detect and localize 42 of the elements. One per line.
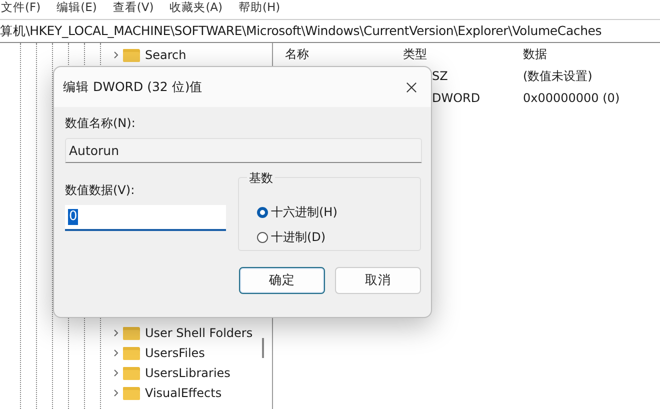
- tree-item-label[interactable]: UsersFiles: [145, 346, 205, 360]
- field-label: 数值名称(N):: [65, 115, 136, 132]
- menu-item[interactable]: 查看(V): [112, 0, 154, 15]
- close-icon[interactable]: [406, 82, 417, 92]
- group-label: 基数: [247, 170, 275, 187]
- folder-icon: [123, 386, 140, 400]
- folder-icon: [123, 326, 140, 340]
- table-cell-text: SZ: [431, 69, 449, 83]
- table-cell: 0x00000000 (0): [523, 91, 620, 105]
- chevron-icon[interactable]: [112, 389, 120, 397]
- tree-item-label[interactable]: Search: [145, 48, 186, 62]
- tree-item-label[interactable]: VisualEffects: [145, 386, 222, 400]
- input-field[interactable]: Autorun: [65, 138, 422, 163]
- ok-button[interactable]: 确定: [239, 267, 325, 294]
- radio-button[interactable]: [257, 207, 268, 218]
- menu-item[interactable]: 帮助(H): [238, 0, 280, 15]
- tree-item-label[interactable]: User Shell Folders: [145, 326, 253, 340]
- column-header[interactable]: 数据: [523, 46, 547, 62]
- menu-item[interactable]: 文件(F): [1, 0, 41, 15]
- menu-item[interactable]: 收藏夹(A): [170, 0, 223, 15]
- radio-label[interactable]: 十六进制(H): [271, 204, 338, 221]
- tree-item-label[interactable]: UsersLibraries: [145, 366, 230, 380]
- chevron-icon[interactable]: [112, 329, 120, 337]
- address-bar[interactable]: 算机\HKEY_LOCAL_MACHINE\SOFTWARE\Microsoft\Windows\CurrentVersion\Explorer\VolumeCaches: [0, 19, 660, 43]
- folder-icon: [123, 48, 140, 62]
- menu-item[interactable]: 编辑(E): [56, 0, 97, 15]
- chevron-icon[interactable]: [112, 51, 120, 59]
- chevron-icon[interactable]: [112, 369, 120, 377]
- scrollbar-thumb[interactable]: [262, 338, 264, 358]
- table-cell-text: DWORD: [431, 91, 482, 105]
- cancel-button[interactable]: 取消: [335, 267, 421, 294]
- column-header[interactable]: 名称: [273, 46, 403, 62]
- column-header[interactable]: 类型: [403, 46, 523, 62]
- field-label: 数值数据(V):: [65, 182, 136, 199]
- input-field[interactable]: 0: [65, 205, 226, 231]
- table-cell: (数值未设置): [523, 68, 592, 84]
- dialog-title: 编辑 DWORD (32 位)值: [63, 78, 203, 96]
- radio-button[interactable]: [257, 232, 268, 243]
- chevron-icon[interactable]: [112, 349, 120, 357]
- folder-icon: [123, 346, 140, 360]
- radio-label[interactable]: 十进制(D): [271, 229, 326, 246]
- folder-icon: [123, 366, 140, 380]
